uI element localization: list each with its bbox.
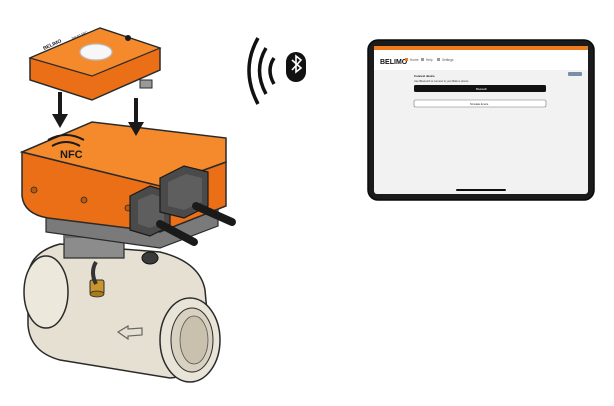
connect-title: Connect device bbox=[414, 74, 435, 78]
tab-home[interactable]: Home bbox=[410, 58, 419, 62]
bluetooth-icon bbox=[286, 52, 306, 82]
app-top-bar bbox=[374, 46, 588, 50]
help-icon bbox=[421, 58, 424, 61]
connect-hint: Use Bluetooth to connect to your Belimo … bbox=[414, 79, 469, 83]
home-indicator bbox=[456, 189, 506, 191]
wireless-signal bbox=[247, 37, 306, 105]
tablet: BELIMO Home Help Settings Connect device… bbox=[367, 39, 595, 201]
header-action-button[interactable] bbox=[568, 72, 582, 76]
bluetooth-button-label: Bluetooth bbox=[476, 87, 488, 91]
home-icon bbox=[405, 58, 408, 61]
illustration-svg: NFC BELIMO ZIP-BT-NFC BELIMO Home Help S… bbox=[19, 27, 595, 383]
actuator: NFC bbox=[19, 121, 236, 249]
tab-help[interactable]: Help bbox=[426, 58, 433, 62]
simulate-button-label: Simulate device bbox=[470, 102, 489, 106]
valve-body bbox=[23, 231, 221, 383]
module-bt-badge bbox=[125, 35, 131, 41]
gear-icon bbox=[437, 58, 440, 61]
tab-settings[interactable]: Settings bbox=[442, 58, 454, 62]
bluetooth-module: BELIMO ZIP-BT-NFC bbox=[28, 27, 162, 101]
module-button bbox=[79, 43, 113, 61]
nfc-label: NFC bbox=[60, 149, 83, 161]
product-illustration: NFC BELIMO ZIP-BT-NFC BELIMO Home Help S… bbox=[0, 0, 614, 401]
app-brand: BELIMO bbox=[380, 59, 408, 66]
